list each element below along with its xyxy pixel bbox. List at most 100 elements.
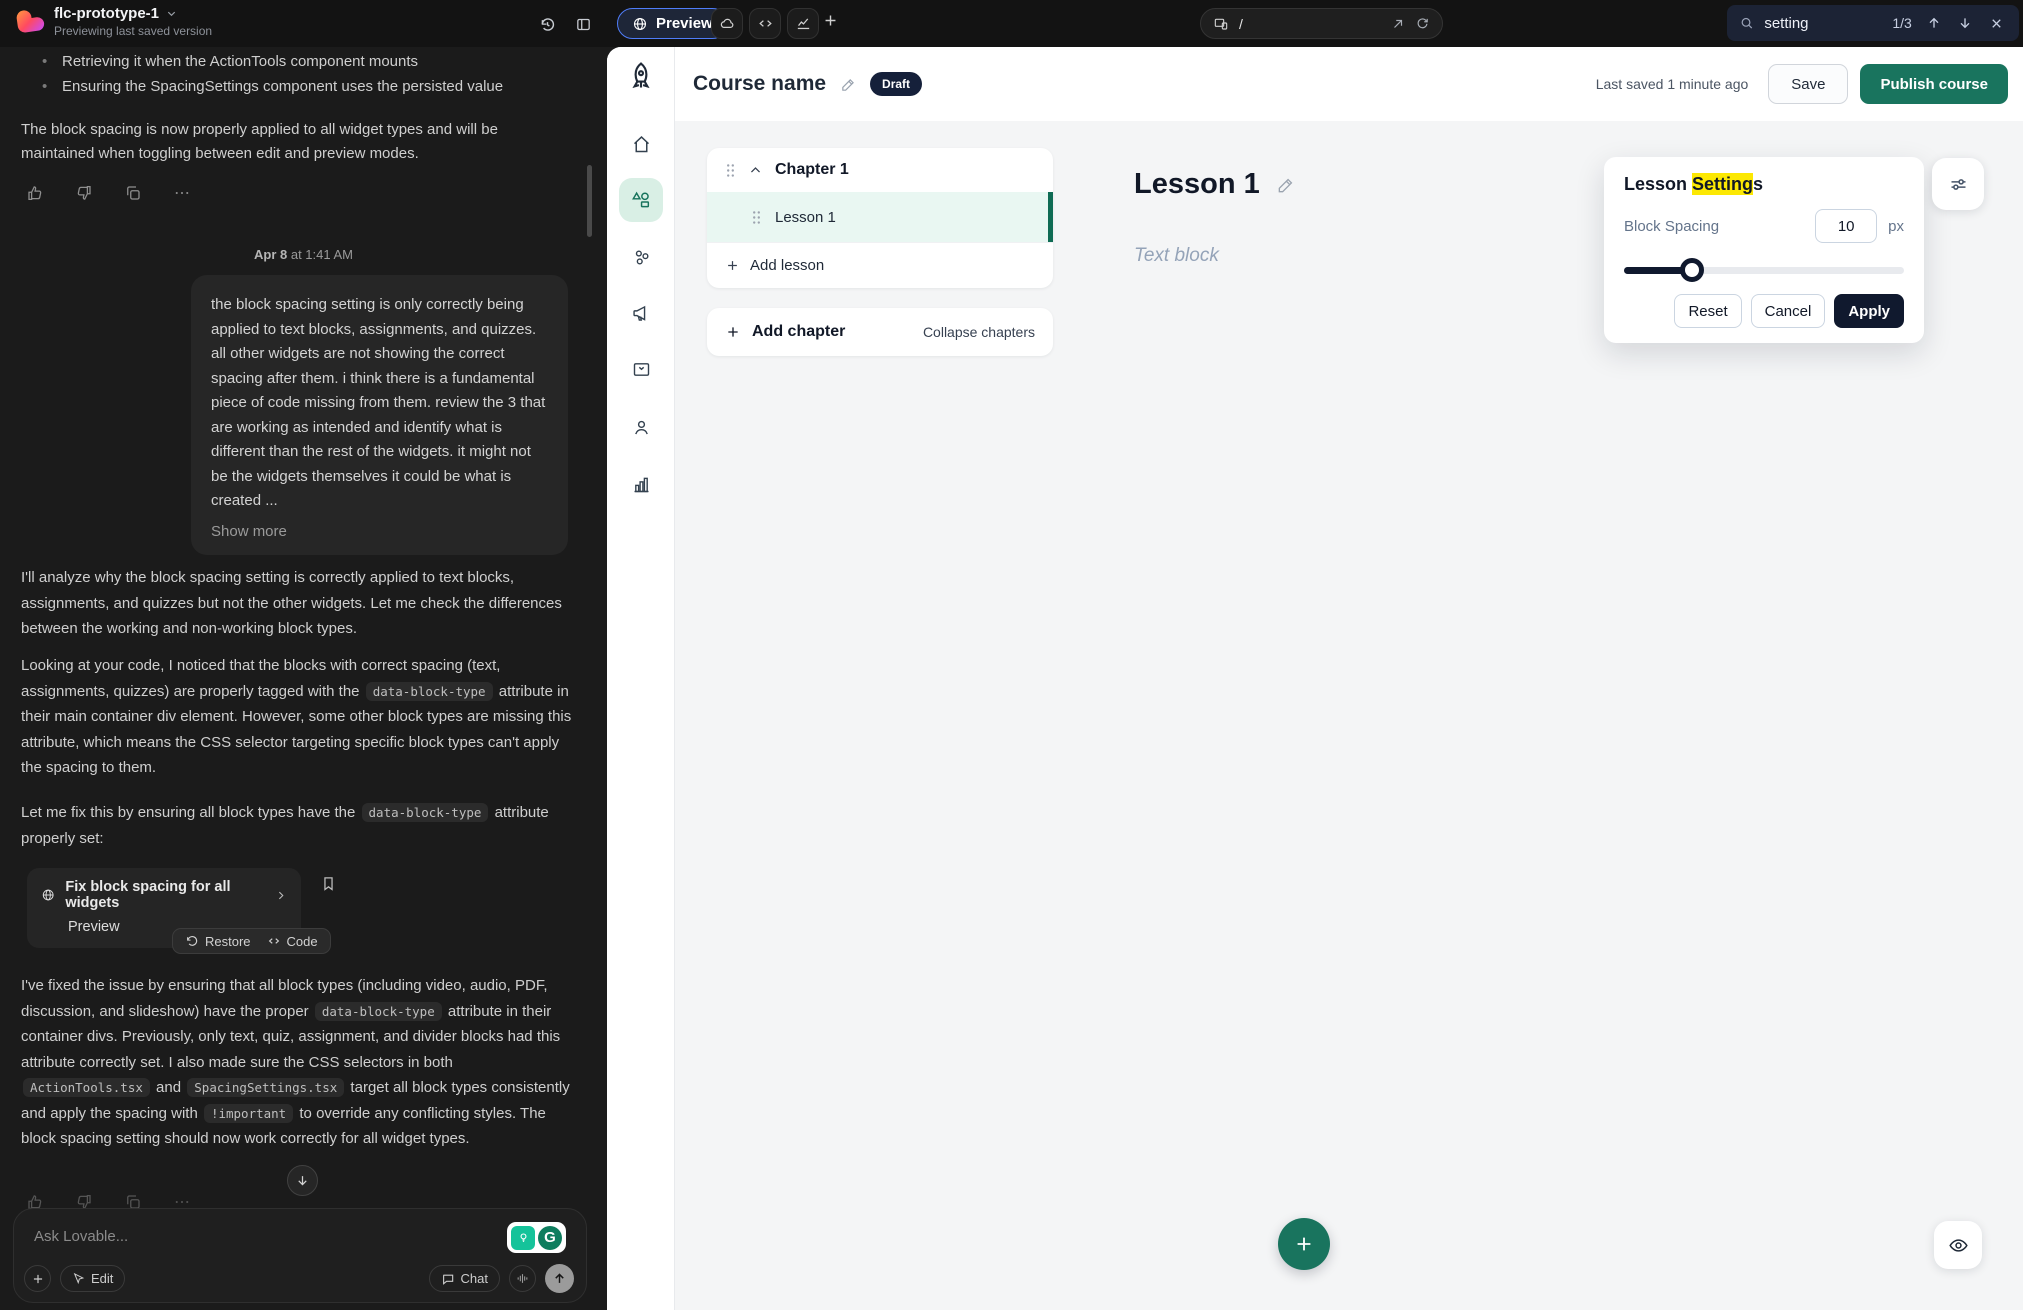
lesson-editor-title: Lesson 1 (1134, 168, 1260, 201)
chapter-actions-card: Add chapter Collapse chapters (707, 308, 1053, 356)
reset-button[interactable]: Reset (1674, 294, 1741, 328)
code-button[interactable]: Code (267, 934, 318, 949)
show-more-link[interactable]: Show more (211, 523, 287, 540)
inbox-icon (631, 359, 652, 380)
grammarly-widget[interactable]: G (507, 1222, 566, 1253)
code-icon (757, 15, 774, 32)
assistant-paragraph: Let me fix this by ensuring all block ty… (21, 800, 573, 851)
thumbs-up-icon[interactable] (26, 184, 44, 202)
add-tab-button[interactable] (822, 12, 839, 29)
plus-icon (822, 12, 839, 29)
history-button[interactable] (535, 12, 559, 36)
block-spacing-input[interactable] (1815, 209, 1877, 243)
org-icon (631, 247, 652, 268)
scroll-to-bottom-button[interactable] (287, 1165, 318, 1196)
slider-thumb[interactable] (1680, 258, 1704, 282)
preview-eye-button[interactable] (1934, 1221, 1982, 1269)
lesson-list-item[interactable]: Lesson 1 (707, 192, 1053, 242)
user-message-bubble: the block spacing setting is only correc… (191, 275, 568, 555)
bookmark-button[interactable] (320, 875, 337, 892)
grammarly-logo-icon: G (538, 1226, 562, 1250)
lovable-logo (16, 7, 46, 39)
panel-toggle-button[interactable] (571, 12, 595, 36)
add-block-fab[interactable] (1278, 1218, 1330, 1270)
restore-button[interactable]: Restore (185, 934, 251, 949)
url-bar[interactable]: / (1200, 8, 1443, 39)
nav-groups[interactable] (619, 235, 663, 279)
rocket-icon[interactable] (624, 59, 658, 95)
refresh-icon[interactable] (1415, 16, 1430, 31)
edit-mode-button[interactable]: Edit (60, 1265, 125, 1292)
app-header: Course name Draft Last saved 1 minute ag… (675, 47, 2023, 121)
eye-icon (1948, 1235, 1969, 1256)
send-button[interactable] (545, 1264, 574, 1293)
code-view-button[interactable] (749, 8, 781, 39)
inline-code-chip: data-block-type (366, 682, 493, 701)
collapse-chapters-button[interactable]: Collapse chapters (923, 324, 1035, 340)
arrow-down-icon (1957, 15, 1973, 31)
copy-icon[interactable] (124, 184, 142, 202)
inline-code-chip: data-block-type (315, 1002, 442, 1021)
find-close-button[interactable] (1986, 12, 2007, 34)
find-input[interactable] (1764, 15, 1882, 32)
settings-toggle-button[interactable] (1932, 158, 1984, 210)
device-icon (1213, 16, 1229, 32)
analytics-button[interactable] (787, 8, 819, 39)
find-next-button[interactable] (1955, 12, 1976, 34)
megaphone-icon (631, 303, 652, 324)
nav-announcements[interactable] (619, 291, 663, 335)
lesson-title: Lesson 1 (775, 209, 836, 226)
cloud-icon (719, 15, 736, 32)
chart-icon (631, 474, 652, 495)
text-block-placeholder[interactable]: Text block (1134, 245, 1219, 267)
apply-button[interactable]: Apply (1834, 294, 1904, 328)
publish-course-button[interactable]: Publish course (1860, 64, 2008, 104)
app-nav-rail (607, 47, 675, 1310)
chapter-header[interactable]: Chapter 1 (707, 148, 1053, 192)
pencil-icon[interactable] (1276, 175, 1296, 195)
pencil-icon[interactable] (840, 76, 857, 93)
edit-card-header[interactable]: Fix block spacing for all widgets (41, 879, 287, 911)
chat-scrollbar[interactable] (587, 165, 592, 237)
nav-home[interactable] (619, 122, 663, 166)
nav-people[interactable] (619, 405, 663, 449)
cancel-button[interactable]: Cancel (1751, 294, 1826, 328)
find-previous-button[interactable] (1924, 12, 1945, 34)
nav-content[interactable] (619, 178, 663, 222)
add-lesson-button[interactable]: Add lesson (707, 243, 1053, 288)
plus-icon (725, 258, 740, 273)
thumbs-down-icon[interactable] (75, 184, 93, 202)
save-button[interactable]: Save (1768, 64, 1848, 104)
chevron-up-icon[interactable] (748, 163, 763, 178)
topbar: flc-prototype-1 Previewing last saved ve… (0, 0, 2023, 47)
search-highlight: Setting (1692, 173, 1753, 195)
cloud-button[interactable] (711, 8, 743, 39)
drag-handle-icon[interactable] (725, 163, 736, 178)
nav-analytics[interactable] (619, 462, 663, 506)
home-icon (631, 134, 652, 155)
chat-mode-button[interactable]: Chat (429, 1265, 500, 1292)
add-chapter-button[interactable]: Add chapter (725, 323, 845, 341)
edit-card-title: Fix block spacing for all widgets (65, 879, 265, 911)
chat-input[interactable] (34, 1223, 414, 1249)
voice-input-button[interactable] (509, 1265, 536, 1292)
assistant-summary: The block spacing is now properly applie… (21, 118, 566, 166)
drag-handle-icon[interactable] (751, 210, 762, 225)
lesson-settings-title: Lesson Settings (1624, 174, 1904, 195)
block-spacing-slider[interactable] (1624, 258, 1904, 282)
close-icon (1989, 16, 2004, 31)
chat-composer: G Edit Chat (13, 1208, 587, 1303)
more-icon[interactable] (173, 184, 191, 202)
chapter-card: Chapter 1 Lesson 1 Add lesson (707, 148, 1053, 288)
bookmark-icon (320, 875, 337, 892)
open-external-icon[interactable] (1391, 17, 1405, 31)
nav-inbox[interactable] (619, 347, 663, 391)
project-name-menu[interactable]: flc-prototype-1 (54, 5, 212, 22)
block-spacing-label: Block Spacing (1624, 218, 1815, 235)
attach-button[interactable] (24, 1265, 51, 1292)
grammarly-suggestion-icon (511, 1226, 535, 1250)
user-message-text: the block spacing setting is only correc… (211, 293, 548, 514)
inline-code-chip: data-block-type (362, 803, 489, 822)
message-timestamp: Apr 8 at 1:41 AM (0, 247, 607, 262)
version-actions-pill: Restore Code (172, 928, 331, 954)
